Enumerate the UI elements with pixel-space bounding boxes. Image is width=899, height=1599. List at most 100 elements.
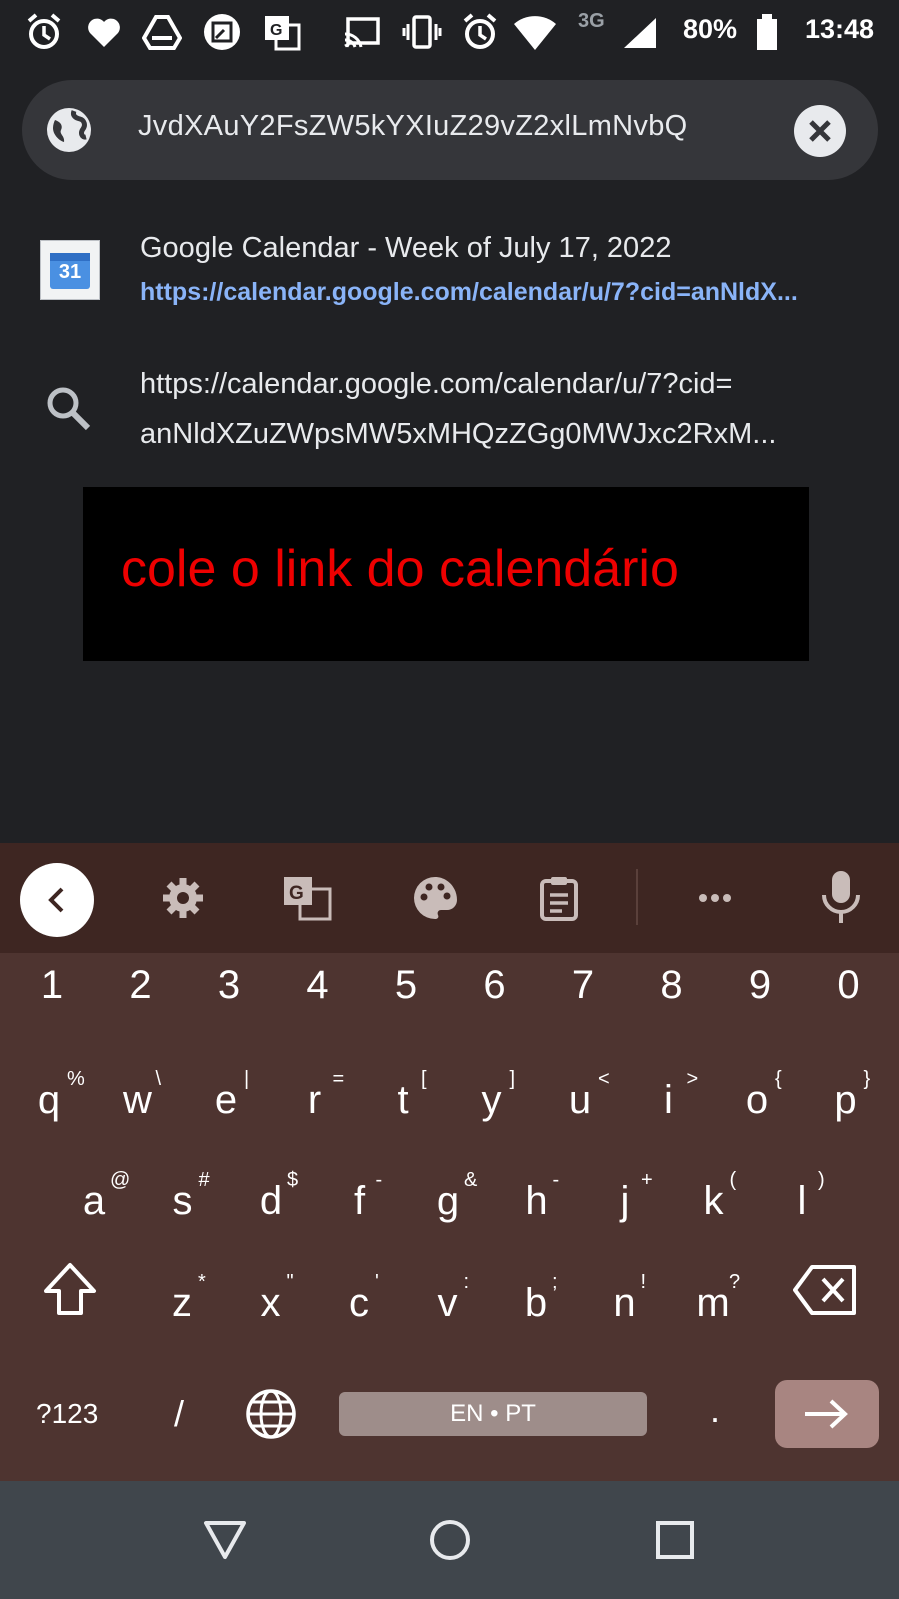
key-c[interactable]: c ' [315, 1251, 403, 1351]
key-label: 2 [129, 963, 152, 1007]
key-hint: = [332, 1068, 345, 1090]
key-label: m [696, 1281, 730, 1325]
url-input[interactable]: JvdXAuY2FsZW5kYXIuZ29vZ2xlLmNvbQ [138, 110, 788, 143]
key-e[interactable]: e | [182, 1048, 270, 1148]
status-bar: G 3G 80% 13:48 [0, 0, 899, 70]
clear-button[interactable] [794, 105, 846, 157]
key-w[interactable]: w \ [94, 1048, 182, 1148]
key-hint: $ [287, 1169, 299, 1191]
back-triangle-icon[interactable] [202, 1517, 248, 1563]
key-hint: ( [729, 1169, 737, 1191]
key-b[interactable]: b; [492, 1251, 580, 1351]
key-7[interactable]: 7 [539, 953, 627, 1053]
recents-square-icon[interactable] [652, 1517, 698, 1563]
address-bar[interactable]: JvdXAuY2FsZW5kYXIuZ29vZ2xlLmNvbQ [22, 80, 878, 180]
key-label: j [620, 1179, 630, 1223]
key-t[interactable]: t[ [359, 1048, 447, 1148]
globe-icon[interactable] [244, 1387, 298, 1441]
key-hint: - [552, 1169, 560, 1191]
wifi-icon [514, 16, 556, 50]
key-u[interactable]: u < [536, 1048, 624, 1148]
key-hint: + [641, 1169, 653, 1191]
key-hint: [ [421, 1068, 427, 1090]
space-bar[interactable]: EN • PT [339, 1392, 647, 1436]
key-k[interactable]: k( [670, 1149, 758, 1249]
key-h[interactable]: h- [493, 1149, 581, 1249]
suggestion-calendar-page[interactable]: 31 Google Calendar - Week of July 17, 20… [0, 218, 899, 328]
key-5[interactable]: 5 [362, 953, 450, 1053]
clipboard-icon[interactable] [534, 873, 584, 923]
key-label: c [349, 1281, 369, 1325]
key-l[interactable]: l) [758, 1149, 846, 1249]
globe-icon [47, 108, 91, 152]
key-hint: ) [818, 1169, 825, 1191]
arrow-right-icon [805, 1399, 848, 1429]
key-8[interactable]: 8 [628, 953, 716, 1053]
vibrate-icon [402, 15, 442, 49]
key-y[interactable]: y] [448, 1048, 536, 1148]
slash-key[interactable]: / [174, 1393, 184, 1435]
key-r[interactable]: r = [271, 1048, 359, 1148]
key-9[interactable]: 9 [716, 953, 804, 1053]
key-hint: % [67, 1068, 85, 1090]
key-i[interactable]: i > [625, 1048, 713, 1148]
enter-key[interactable] [775, 1380, 879, 1448]
key-0[interactable]: 0 [805, 953, 893, 1053]
key-label: f [353, 1179, 366, 1223]
key-o[interactable]: o{ [713, 1048, 801, 1148]
shift-icon[interactable] [40, 1259, 100, 1319]
period-key[interactable]: . [710, 1389, 720, 1431]
gear-icon[interactable] [158, 873, 208, 923]
palette-icon[interactable] [410, 873, 460, 923]
key-j[interactable]: j + [581, 1149, 669, 1249]
key-label: y [481, 1078, 502, 1122]
key-label: b [524, 1281, 548, 1325]
key-n[interactable]: n! [581, 1251, 669, 1351]
key-label: 0 [837, 963, 860, 1007]
clock: 13:48 [805, 14, 875, 44]
key-label: t [397, 1078, 409, 1122]
key-g[interactable]: g & [404, 1149, 492, 1249]
key-s[interactable]: s # [139, 1149, 227, 1249]
key-z[interactable]: z * [138, 1251, 226, 1351]
key-label: 5 [394, 963, 418, 1007]
key-hint: | [244, 1068, 250, 1090]
key-hint: * [198, 1271, 206, 1293]
translate-icon[interactable]: G [282, 873, 334, 923]
key-x[interactable]: x " [227, 1251, 315, 1351]
home-circle-icon[interactable] [427, 1517, 473, 1563]
language-label: EN • PT [450, 1400, 536, 1427]
backspace-icon[interactable] [792, 1263, 858, 1317]
key-f[interactable]: f- [316, 1149, 404, 1249]
key-hint: ; [552, 1271, 558, 1293]
key-label: o [745, 1078, 769, 1122]
key-2[interactable]: 2 [97, 953, 185, 1053]
key-hint: \ [155, 1068, 162, 1090]
key-6[interactable]: 6 [451, 953, 539, 1053]
key-4[interactable]: 4 [274, 953, 362, 1053]
key-v[interactable]: v: [404, 1251, 492, 1351]
microphone-icon[interactable] [816, 869, 866, 925]
translate-icon: G [265, 16, 301, 51]
key-d[interactable]: d $ [227, 1149, 315, 1249]
key-label: 7 [571, 963, 595, 1007]
key-p[interactable]: p} [802, 1048, 890, 1148]
key-label: h [525, 1179, 548, 1223]
key-3[interactable]: 3 [185, 953, 273, 1053]
more-icon[interactable] [690, 873, 740, 923]
key-q[interactable]: q% [5, 1048, 93, 1148]
key-m[interactable]: m? [669, 1251, 757, 1351]
back-icon [48, 887, 64, 913]
key-1[interactable]: 1 [8, 953, 96, 1053]
key-label: 4 [306, 963, 329, 1007]
key-a[interactable]: a @ [50, 1149, 138, 1249]
key-label: l [797, 1179, 807, 1223]
instruction-overlay: cole o link do calendário [83, 487, 809, 661]
suggestion-search[interactable]: https://calendar.google.com/calendar/u/7… [0, 360, 899, 470]
symbols-key[interactable]: ?123 [36, 1398, 98, 1430]
key-label: x [260, 1281, 281, 1325]
back-button[interactable] [20, 863, 94, 937]
calendar-favicon-icon: 31 [40, 240, 100, 300]
key-label: w [123, 1078, 152, 1122]
key-hint: < [598, 1068, 610, 1090]
